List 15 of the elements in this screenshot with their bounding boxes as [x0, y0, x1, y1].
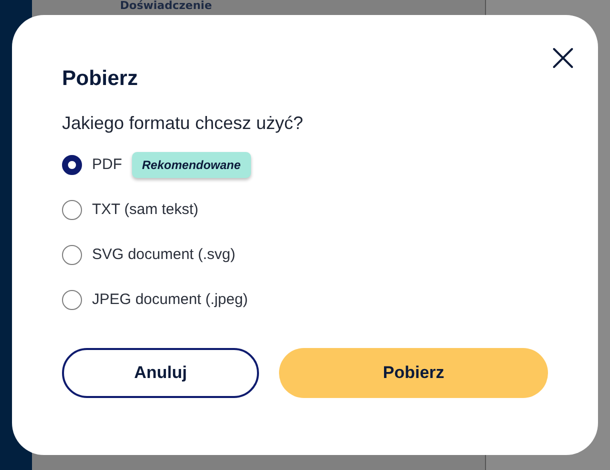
close-icon — [552, 47, 574, 69]
section-heading: Doświadczenie — [120, 0, 213, 12]
radio-button[interactable] — [62, 154, 82, 174]
cancel-button[interactable]: Anuluj — [62, 348, 260, 398]
format-option[interactable]: TXT (sam tekst) — [92, 201, 198, 218]
format-option[interactable]: PDF — [92, 156, 122, 173]
format-option[interactable]: SVG document (.svg) — [92, 246, 236, 263]
radio-button[interactable] — [62, 200, 82, 220]
radio-button[interactable] — [62, 290, 82, 310]
download-button[interactable]: Pobierz — [279, 348, 548, 398]
recommended-tag: Rekomendowane — [132, 152, 251, 178]
dialog-title: Pobierz — [62, 67, 139, 91]
format-option[interactable]: JPEG document (.jpeg) — [92, 291, 248, 308]
format-question: Jakiego formatu chcesz użyć? — [62, 113, 304, 134]
radio-button[interactable] — [62, 244, 82, 264]
